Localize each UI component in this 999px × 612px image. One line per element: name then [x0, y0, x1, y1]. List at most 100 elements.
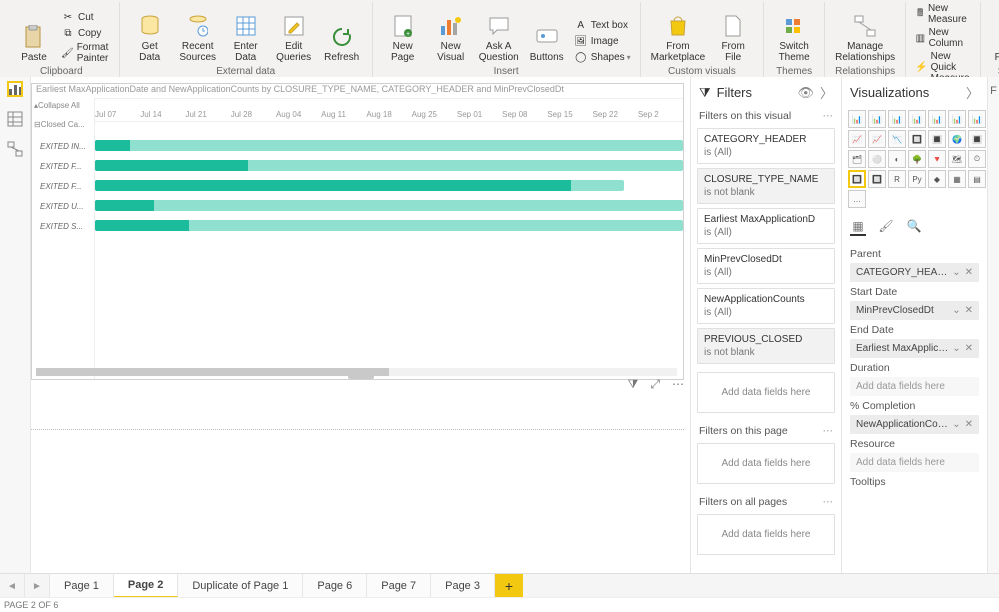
viz-type-tile[interactable]: ▦	[948, 170, 966, 188]
filter-card[interactable]: MinPrevClosedDtis (All)	[697, 248, 835, 284]
enter-data-button[interactable]: Enter Data	[222, 11, 270, 65]
remove-field-icon[interactable]: ✕	[965, 267, 973, 278]
recent-sources-button[interactable]: Recent Sources	[174, 11, 222, 65]
field-well[interactable]: Earliest MaxApplicationD⌄✕	[850, 339, 979, 358]
filter-card[interactable]: NewApplicationCountsis (All)	[697, 288, 835, 324]
gantt-bar-row[interactable]	[95, 176, 683, 196]
field-well[interactable]: MinPrevClosedDt⌄✕	[850, 301, 979, 320]
field-well[interactable]: Add data fields here	[850, 453, 979, 472]
viz-type-tile[interactable]: 📊	[968, 110, 986, 128]
viz-type-tile[interactable]: 📈	[848, 130, 866, 148]
remove-field-icon[interactable]: ✕	[965, 419, 973, 430]
from-file-button[interactable]: From File	[709, 11, 757, 65]
viz-type-tile[interactable]: 📉	[888, 130, 906, 148]
viz-type-tile[interactable]: Py	[908, 170, 926, 188]
new-page-button[interactable]: +New Page	[379, 11, 427, 65]
shapes-button[interactable]: ◯Shapes▾	[571, 49, 634, 65]
text-box-button[interactable]: AText box	[571, 17, 634, 33]
viz-type-tile[interactable]: 🔳	[928, 130, 946, 148]
edit-queries-button[interactable]: Edit Queries	[270, 11, 318, 65]
format-tab-icon[interactable]: 🖌	[878, 218, 894, 234]
viz-type-tile[interactable]: R	[888, 170, 906, 188]
manage-relationships-button[interactable]: Manage Relationships	[831, 11, 899, 65]
paste-button[interactable]: Paste	[10, 22, 58, 65]
copy-button[interactable]: ⧉Copy	[58, 25, 113, 41]
more-options-icon[interactable]: ⋯	[672, 377, 684, 392]
image-button[interactable]: 🖼Image	[571, 33, 634, 49]
new-column-button[interactable]: ▥New Column	[912, 26, 974, 50]
show-filter-icon[interactable]: 👁	[797, 85, 814, 101]
remove-field-icon[interactable]: ✕	[965, 305, 973, 316]
viz-type-tile[interactable]: 🔳	[968, 130, 986, 148]
gantt-bar-row[interactable]	[95, 156, 683, 176]
page-tab[interactable]: Page 6	[303, 574, 367, 598]
viz-type-tile[interactable]: 🔲	[908, 130, 926, 148]
page-tab[interactable]: Page 2	[114, 574, 178, 598]
more-icon[interactable]: ⋯	[823, 425, 834, 437]
get-data-button[interactable]: Get Data	[126, 11, 174, 65]
filter-card[interactable]: CATEGORY_HEADERis (All)	[697, 128, 835, 164]
fields-tab-icon[interactable]: ▦	[850, 218, 866, 236]
from-marketplace-button[interactable]: From Marketplace	[647, 11, 709, 65]
filter-card[interactable]: Earliest MaxApplicationDis (All)	[697, 208, 835, 244]
more-icon[interactable]: ⋯	[823, 110, 834, 122]
field-well[interactable]: NewApplicationCounts⌄✕	[850, 415, 979, 434]
viz-type-tile[interactable]: ⏲	[968, 150, 986, 168]
viz-type-tile[interactable]: 📊	[928, 110, 946, 128]
chevron-down-icon[interactable]: ⌄	[952, 267, 960, 278]
new-measure-button[interactable]: 🖩New Measure	[912, 2, 974, 26]
viz-type-tile[interactable]: ◆	[928, 170, 946, 188]
gantt-bar-row[interactable]	[95, 196, 683, 216]
viz-type-tile[interactable]: …	[848, 190, 866, 208]
viz-type-tile[interactable]: 📊	[908, 110, 926, 128]
viz-type-tile[interactable]: 📊	[848, 110, 866, 128]
viz-type-tile[interactable]: ◐	[888, 150, 906, 168]
new-visual-button[interactable]: New Visual	[427, 11, 475, 65]
focus-mode-icon[interactable]: ⤢	[650, 377, 660, 392]
next-page-button[interactable]: ►	[25, 574, 50, 598]
publish-button[interactable]: Publish	[987, 22, 999, 65]
buttons-button[interactable]: Buttons	[523, 22, 571, 65]
add-visual-filter-well[interactable]: Add data fields here	[697, 372, 835, 413]
field-well[interactable]: CATEGORY_HEADER⌄✕	[850, 263, 979, 282]
filter-card[interactable]: CLOSURE_TYPE_NAMEis not blank	[697, 168, 835, 204]
collapse-all-button[interactable]: ▴ Collapse All	[32, 98, 94, 112]
cut-button[interactable]: ✂Cut	[58, 9, 113, 25]
page-tab[interactable]: Page 7	[367, 574, 431, 598]
viz-type-tile[interactable]: ⚪	[868, 150, 886, 168]
refresh-button[interactable]: Refresh	[318, 22, 366, 65]
more-icon[interactable]: ⋯	[823, 496, 834, 508]
gantt-visual[interactable]: Earliest MaxApplicationDate and NewAppli…	[31, 83, 684, 380]
analytics-tab-icon[interactable]: 🔍	[906, 218, 922, 234]
viz-type-tile[interactable]: 🔻	[928, 150, 946, 168]
viz-type-tile[interactable]: 🌍	[948, 130, 966, 148]
filter-icon[interactable]: ⧩	[628, 377, 639, 392]
collapse-pane-icon[interactable]: 〉	[966, 83, 979, 102]
gantt-bar-row[interactable]	[95, 136, 683, 156]
data-view-button[interactable]	[7, 111, 23, 127]
switch-theme-button[interactable]: Switch Theme	[770, 11, 818, 65]
filter-card[interactable]: PREVIOUS_CLOSEDis not blank	[697, 328, 835, 364]
field-well[interactable]: Add data fields here	[850, 377, 979, 396]
add-page-filter-well[interactable]: Add data fields here	[697, 443, 835, 484]
collapse-pane-icon[interactable]: 〉	[820, 83, 833, 102]
viz-type-tile[interactable]: ▤	[968, 170, 986, 188]
fields-pane-collapsed[interactable]: F	[987, 77, 999, 580]
chevron-down-icon[interactable]: ⌄	[952, 305, 960, 316]
viz-type-tile[interactable]: 🗺	[948, 150, 966, 168]
viz-type-tile[interactable]: 📊	[948, 110, 966, 128]
prev-page-button[interactable]: ◄	[0, 574, 25, 598]
parent-row[interactable]: ⊟ Closed Ca...	[32, 112, 94, 136]
format-painter-button[interactable]: 🖌Format Painter	[58, 41, 113, 65]
viz-type-tile[interactable]: 🌳	[908, 150, 926, 168]
viz-type-tile[interactable]: 📈	[868, 130, 886, 148]
viz-type-tile[interactable]: 📊	[888, 110, 906, 128]
viz-type-tile[interactable]: 📊	[868, 110, 886, 128]
report-canvas[interactable]: Earliest MaxApplicationDate and NewAppli…	[31, 77, 690, 580]
chevron-down-icon[interactable]: ⌄	[952, 343, 960, 354]
page-tab[interactable]: Page 3	[431, 574, 495, 598]
remove-field-icon[interactable]: ✕	[965, 343, 973, 354]
ask-question-button[interactable]: Ask A Question	[475, 11, 523, 65]
page-tab[interactable]: Duplicate of Page 1	[178, 574, 303, 598]
report-view-button[interactable]	[7, 81, 23, 97]
